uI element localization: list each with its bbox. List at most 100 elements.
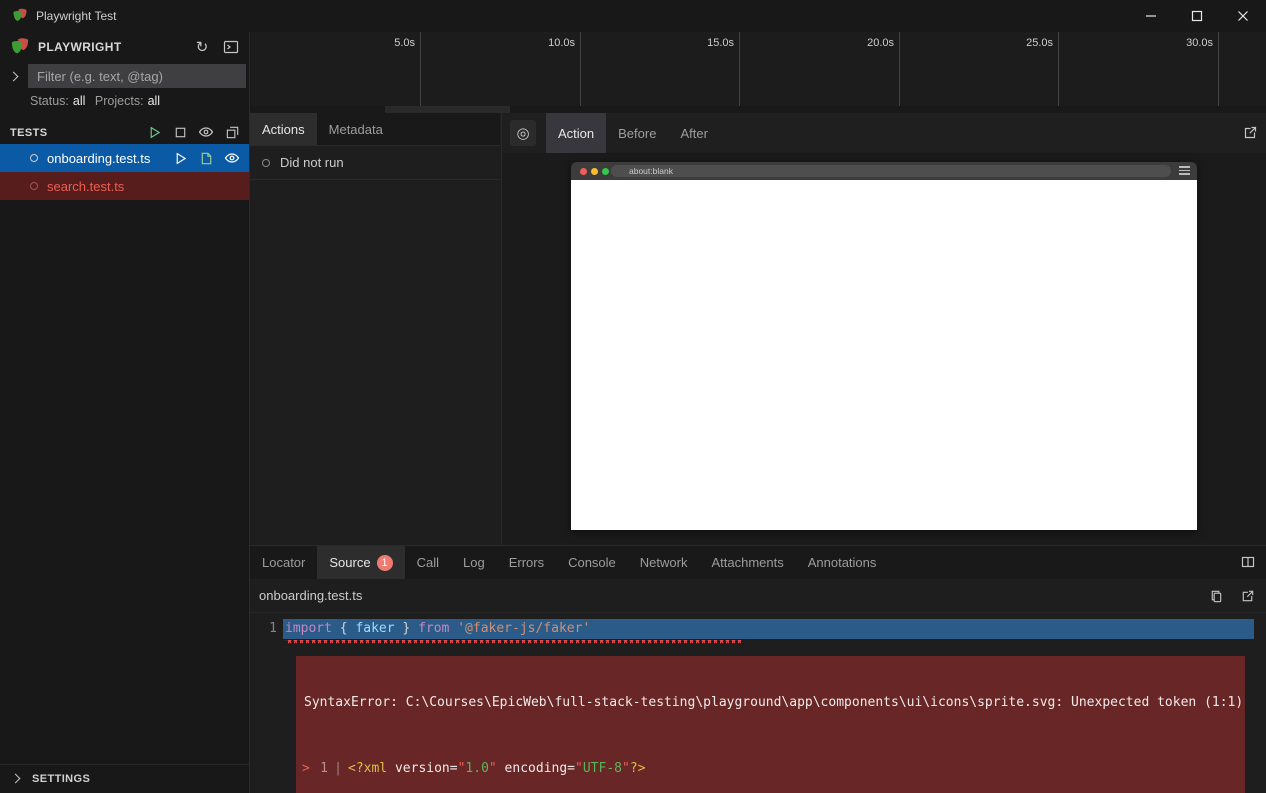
page-content xyxy=(571,180,1197,530)
minimize-icon xyxy=(1145,10,1157,22)
sidebar-header: PLAYWRIGHT ↻ xyxy=(0,32,249,62)
copy-source-button[interactable] xyxy=(1207,587,1225,605)
timeline-strip xyxy=(250,106,1266,113)
show-source-button[interactable] xyxy=(197,149,215,167)
error-squiggle xyxy=(285,640,742,645)
tab-errors[interactable]: Errors xyxy=(497,546,556,579)
tab-label: Console xyxy=(568,555,616,570)
action-label: Did not run xyxy=(280,155,344,170)
minimize-button[interactable] xyxy=(1128,0,1174,32)
run-all-button[interactable] xyxy=(145,123,163,141)
line-number: 1 xyxy=(250,619,283,639)
playwright-logo-icon xyxy=(12,7,28,26)
error-frame-row: > 1 | <?xml version="1.0" encoding="UTF-… xyxy=(302,760,1233,778)
traffic-lights xyxy=(580,168,609,175)
close-icon xyxy=(1237,10,1249,22)
tab-attachments[interactable]: Attachments xyxy=(699,546,795,579)
collapse-all-button[interactable] xyxy=(223,123,241,141)
pick-locator-button[interactable]: ◎ xyxy=(510,120,536,146)
details-tabbar: Locator Source 1 Call Log Errors Console… xyxy=(250,546,1266,579)
tab-source[interactable]: Source 1 xyxy=(317,546,404,579)
actions-tabbar: Actions Metadata xyxy=(250,113,500,146)
projects-value[interactable]: all xyxy=(148,94,161,108)
open-source-external-button[interactable] xyxy=(1238,587,1256,605)
test-name: onboarding.test.ts xyxy=(47,151,150,166)
open-snapshot-external-button[interactable] xyxy=(1242,125,1258,141)
tab-before[interactable]: Before xyxy=(606,113,668,153)
snapshot-toolbar: ◎ Action Before After xyxy=(502,113,1266,153)
pick-locator-icon: ◎ xyxy=(516,124,529,142)
maximize-button[interactable] xyxy=(1174,0,1220,32)
tab-annotations[interactable]: Annotations xyxy=(796,546,889,579)
maximize-icon xyxy=(1191,10,1203,22)
snapshot-panel: ◎ Action Before After about:b xyxy=(501,113,1266,545)
timeline[interactable]: 5.0s 10.0s 15.0s 20.0s 25.0s 30.0s xyxy=(250,32,1266,113)
copy-icon xyxy=(1209,589,1224,604)
tab-after[interactable]: After xyxy=(668,113,719,153)
terminal-icon xyxy=(223,39,239,55)
details-panel: Locator Source 1 Call Log Errors Console… xyxy=(250,545,1266,793)
run-all-icon xyxy=(147,125,162,140)
watch-all-button[interactable] xyxy=(197,123,215,141)
filter-input[interactable] xyxy=(28,64,246,88)
source-filename: onboarding.test.ts xyxy=(259,588,362,603)
timeline-gridline xyxy=(580,32,581,106)
minimize-traffic-light xyxy=(591,168,598,175)
status-value[interactable]: all xyxy=(73,94,86,108)
action-list-item[interactable]: Did not run xyxy=(250,146,500,180)
frame-code: <?xml version="1.0" encoding="UTF-8"?> xyxy=(348,760,645,778)
settings-title: SETTINGS xyxy=(32,773,90,785)
tab-label: Network xyxy=(640,555,688,570)
maximize-traffic-light xyxy=(602,168,609,175)
titlebar: Playwright Test xyxy=(0,0,1266,32)
error-message: SyntaxError: C:\Courses\EpicWeb\full-sta… xyxy=(302,694,1233,712)
timeline-gridline xyxy=(739,32,740,106)
timeline-tick-label: 25.0s xyxy=(1003,37,1053,49)
timeline-gridline xyxy=(899,32,900,106)
external-link-icon xyxy=(1242,125,1258,141)
source-code-view[interactable]: 1 import { faker } from '@faker-js/faker… xyxy=(250,613,1266,793)
run-test-button[interactable] xyxy=(171,149,189,167)
timeline-gridline xyxy=(1058,32,1059,106)
tab-network[interactable]: Network xyxy=(628,546,700,579)
split-view-icon xyxy=(1240,554,1256,570)
tab-label: Locator xyxy=(262,555,305,570)
timeline-tick-label: 20.0s xyxy=(844,37,894,49)
tab-locator[interactable]: Locator xyxy=(250,546,317,579)
status-filter-row: Status:all Projects:all xyxy=(30,94,166,112)
playwright-logo-icon xyxy=(10,36,30,59)
tab-call[interactable]: Call xyxy=(405,546,451,579)
tab-log[interactable]: Log xyxy=(451,546,497,579)
settings-section-header[interactable]: SETTINGS xyxy=(0,764,249,792)
action-status-icon xyxy=(262,159,270,167)
frame-line-number: 1 xyxy=(315,760,328,778)
tab-actions[interactable]: Actions xyxy=(250,113,317,145)
stop-button[interactable] xyxy=(171,123,189,141)
window-title: Playwright Test xyxy=(36,9,116,23)
sidebar-title: PLAYWRIGHT xyxy=(38,40,122,54)
browser-chrome: about:blank xyxy=(571,162,1197,180)
split-view-button[interactable] xyxy=(1240,554,1256,570)
tab-console[interactable]: Console xyxy=(556,546,628,579)
refresh-button[interactable]: ↻ xyxy=(192,37,212,57)
timeline-tick-label: 10.0s xyxy=(525,37,575,49)
actions-panel: Actions Metadata Did not run xyxy=(250,113,500,545)
chevron-right-icon[interactable] xyxy=(9,71,19,81)
tests-section-header: TESTS xyxy=(0,120,249,146)
timeline-tick-label: 5.0s xyxy=(365,37,415,49)
status-label: Status: xyxy=(30,94,69,108)
menu-icon xyxy=(1179,166,1190,177)
browser-snapshot: about:blank xyxy=(571,162,1197,530)
filter-row xyxy=(0,62,249,90)
source-file-icon xyxy=(199,151,214,166)
tab-label: Annotations xyxy=(808,555,877,570)
page-url: about:blank xyxy=(629,166,673,176)
test-row-search[interactable]: search.test.ts xyxy=(0,172,249,200)
tab-metadata[interactable]: Metadata xyxy=(317,113,395,145)
test-row-onboarding[interactable]: onboarding.test.ts xyxy=(0,144,249,172)
watch-test-button[interactable] xyxy=(223,149,241,167)
terminal-button[interactable] xyxy=(221,37,241,57)
code-line-text: import { faker } from '@faker-js/faker' xyxy=(283,619,1254,639)
tab-action[interactable]: Action xyxy=(546,113,606,153)
close-button[interactable] xyxy=(1220,0,1266,32)
